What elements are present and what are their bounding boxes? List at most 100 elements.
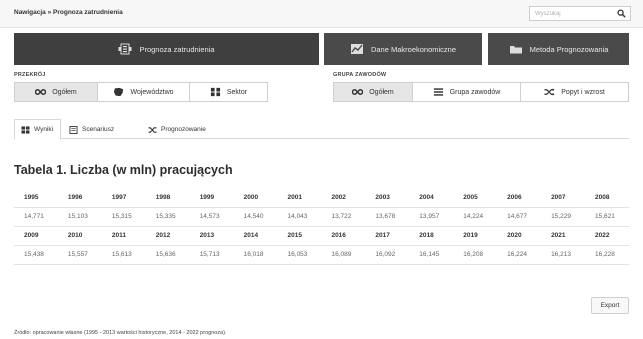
value-cell: 16,208	[453, 245, 498, 265]
list-icon	[433, 88, 443, 96]
tab-label: Prognozowanie	[161, 126, 206, 133]
year-cell: 1999	[189, 188, 234, 208]
year-cell: 2010	[57, 226, 102, 246]
year-cell: 2003	[365, 188, 410, 208]
value-cell: 14,043	[277, 207, 322, 227]
button-label: Województwo	[130, 88, 174, 96]
year-cell: 2006	[497, 188, 542, 208]
nav-macro-data[interactable]: Dane Makroekonomiczne	[324, 33, 482, 65]
document-icon	[69, 125, 78, 134]
nav-label: Dane Makroekonomiczne	[370, 44, 457, 54]
grupa-button-grupa-zawodow[interactable]: Grupa zawodów	[413, 83, 521, 101]
year-cell: 1998	[145, 188, 190, 208]
year-cell: 1996	[57, 188, 102, 208]
grid-icon	[21, 125, 30, 134]
year-cell: 2014	[233, 226, 278, 246]
value-cell: 15,636	[145, 245, 190, 265]
year-cell: 2000	[233, 188, 278, 208]
value-cell: 13,722	[321, 207, 366, 227]
button-label: Ogółem	[52, 88, 77, 96]
year-cell: 2009	[14, 226, 58, 246]
nav-label: Prognoza zatrudnienia	[139, 44, 215, 54]
button-label: Popyt i wzrost	[561, 88, 605, 96]
infinity-icon	[352, 88, 364, 96]
export-button[interactable]: Export	[591, 297, 629, 314]
table-row-values: 15,438 15,557 15,613 15,636 15,713 16,018 16,0…	[14, 245, 629, 265]
top-bar: Nawigacja » Prognoza zatrudnienia	[0, 0, 643, 28]
infinity-icon	[35, 88, 47, 96]
value-cell: 14,677	[497, 207, 542, 227]
search-box[interactable]	[529, 6, 631, 21]
value-cell: 14,771	[14, 207, 58, 227]
przekroj-button-group: Ogółem Województwo Sektor	[14, 82, 268, 102]
value-cell: 15,229	[541, 207, 585, 227]
source-note: Źródło: opracowanie własne (1995 - 2013 …	[14, 330, 227, 336]
value-cell: 15,315	[101, 207, 146, 227]
value-cell: 13,957	[409, 207, 454, 227]
grupa-button-group: Ogółem Grupa zawodów Popyt i wzrost	[333, 82, 629, 102]
year-cell: 2016	[321, 226, 366, 246]
macro-chart-icon	[350, 44, 363, 54]
value-cell: 13,678	[365, 207, 410, 227]
value-cell: 16,213	[541, 245, 585, 265]
button-label: Grupa zawodów	[449, 88, 501, 96]
employment-table: 1995 1996 1997 1998 1999 2000 2001 2002 2003 2004…	[14, 188, 629, 265]
search-input[interactable]	[530, 7, 614, 20]
value-cell: 16,224	[497, 245, 542, 265]
year-cell: 1995	[14, 188, 58, 208]
forecast-icon	[118, 43, 132, 55]
grupa-button-ogolem[interactable]: Ogółem	[334, 83, 413, 101]
value-cell: 15,335	[145, 207, 190, 227]
grid-icon	[210, 87, 220, 97]
tab-prognozowanie[interactable]: Prognozowanie	[142, 119, 212, 140]
value-cell: 14,224	[453, 207, 498, 227]
result-tabs: Wyniki Scenariusz Prognozowanie	[14, 119, 629, 140]
przekroj-button-ogolem[interactable]: Ogółem	[15, 83, 98, 101]
button-label: Sektor	[226, 88, 248, 96]
section-label-przekroj: PRZEKRÓJ	[14, 72, 46, 78]
tab-label: Scenariusz	[82, 126, 115, 133]
year-cell: 2012	[145, 226, 190, 246]
button-label: Ogółem	[369, 88, 394, 96]
value-cell: 15,557	[57, 245, 102, 265]
year-cell: 2007	[541, 188, 585, 208]
year-cell: 2001	[277, 188, 322, 208]
przekroj-button-sektor[interactable]: Sektor	[190, 83, 267, 101]
nav-label: Metoda Prognozowania	[529, 44, 609, 54]
grupa-button-popyt-wzrost[interactable]: Popyt i wzrost	[521, 83, 628, 101]
nav-forecast[interactable]: Prognoza zatrudnienia	[14, 33, 319, 65]
folder-icon	[509, 46, 522, 54]
value-cell: 15,621	[584, 207, 629, 227]
year-cell: 2019	[453, 226, 498, 246]
shuffle-icon	[148, 126, 157, 133]
shuffle-icon	[544, 88, 555, 96]
year-cell: 2022	[584, 226, 629, 246]
year-cell: 2021	[541, 226, 585, 246]
year-cell: 2008	[584, 188, 629, 208]
section-label-grupa: GRUPA ZAWODÓW	[333, 72, 387, 78]
year-cell: 2002	[321, 188, 366, 208]
value-cell: 15,438	[14, 245, 58, 265]
value-cell: 14,540	[233, 207, 278, 227]
region-map-icon	[114, 87, 124, 97]
value-cell: 16,145	[409, 245, 454, 265]
year-cell: 2004	[409, 188, 454, 208]
tab-scenariusz[interactable]: Scenariusz	[63, 119, 120, 140]
nav-method[interactable]: Metoda Prognozowania	[488, 33, 629, 65]
breadcrumb[interactable]: Nawigacja » Prognoza zatrudnienia	[14, 9, 123, 16]
year-cell: 2017	[365, 226, 410, 246]
table-row-years: 1995 1996 1997 1998 1999 2000 2001 2002 2003 2004…	[14, 188, 629, 208]
year-cell: 2020	[497, 226, 542, 246]
value-cell: 16,228	[584, 245, 629, 265]
value-cell: 14,573	[189, 207, 234, 227]
value-cell: 16,018	[233, 245, 278, 265]
tab-wyniki[interactable]: Wyniki	[14, 119, 61, 140]
value-cell: 16,089	[321, 245, 366, 265]
value-cell: 16,092	[365, 245, 410, 265]
value-cell: 16,053	[277, 245, 322, 265]
przekroj-button-wojewodztwo[interactable]: Województwo	[98, 83, 190, 101]
search-icon[interactable]	[617, 9, 626, 18]
year-cell: 2015	[277, 226, 322, 246]
tab-label: Wyniki	[34, 126, 54, 133]
value-cell: 15,613	[101, 245, 146, 265]
